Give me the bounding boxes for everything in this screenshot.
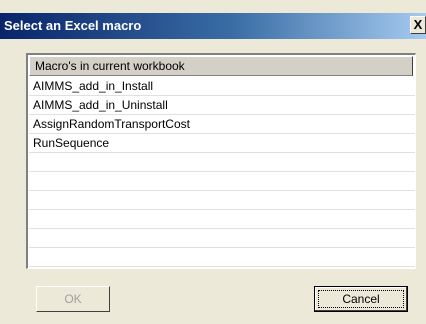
cancel-button-label: Cancel (342, 292, 380, 306)
macro-list[interactable]: Macro's in current workbook AIMMS_add_in… (26, 53, 416, 269)
window-title: Select an Excel macro (4, 18, 142, 33)
ok-button-label: OK (64, 292, 82, 306)
empty-row (29, 172, 415, 191)
list-column-header[interactable]: Macro's in current workbook (29, 56, 413, 76)
dialog-window: Select an Excel macro X Macro's in curre… (0, 0, 426, 324)
empty-row (29, 248, 415, 267)
empty-row (29, 153, 415, 172)
title-bar[interactable]: Select an Excel macro X (0, 13, 426, 39)
ok-button[interactable]: OK (36, 286, 110, 312)
list-rows: AIMMS_add_in_Install AIMMS_add_in_Uninst… (29, 77, 415, 267)
empty-row (29, 191, 415, 210)
list-item[interactable]: AIMMS_add_in_Uninstall (29, 96, 415, 115)
empty-row (29, 210, 415, 229)
empty-row (29, 229, 415, 248)
list-item[interactable]: RunSequence (29, 134, 415, 153)
list-item[interactable]: AssignRandomTransportCost (29, 115, 415, 134)
close-icon[interactable]: X (410, 16, 426, 34)
list-item[interactable]: AIMMS_add_in_Install (29, 77, 415, 96)
cancel-button[interactable]: Cancel (314, 286, 408, 312)
